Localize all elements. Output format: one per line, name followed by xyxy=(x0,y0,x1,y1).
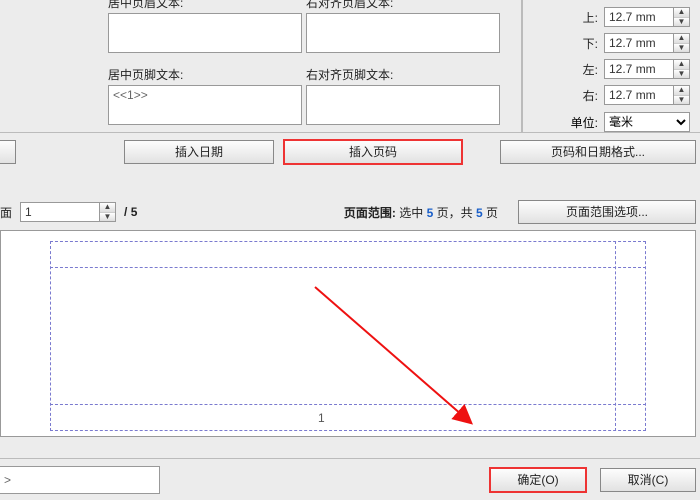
preview-page-number: 1 xyxy=(318,411,325,425)
center-footer-input[interactable]: <<1>> xyxy=(108,85,302,125)
cancel-button[interactable]: 取消(C) xyxy=(600,468,696,492)
margin-top-label: 上: xyxy=(583,9,598,26)
page-number-input[interactable]: 1 ▲▼ xyxy=(20,202,116,222)
right-footer-label: 右对齐页脚文本: xyxy=(306,66,500,83)
center-header-input[interactable] xyxy=(108,13,302,53)
margin-bottom-input[interactable]: 12.7 mm ▲▼ xyxy=(604,33,690,53)
spin-down-icon[interactable]: ▼ xyxy=(674,70,689,79)
insert-page-number-button[interactable]: 插入页码 xyxy=(284,140,462,164)
margin-top-input[interactable]: 12.7 mm ▲▼ xyxy=(604,7,690,27)
margin-right-label: 右: xyxy=(583,87,598,104)
margin-bottom-label: 下: xyxy=(583,35,598,52)
spin-down-icon[interactable]: ▼ xyxy=(674,44,689,53)
spin-down-icon[interactable]: ▼ xyxy=(674,96,689,105)
right-header-input[interactable] xyxy=(306,13,500,53)
spin-down-icon[interactable]: ▼ xyxy=(674,18,689,27)
preview-page: 1 xyxy=(50,241,646,431)
page-range-info: 页面范围: 选中 5 页，共 5 页 xyxy=(344,204,498,221)
margin-right-input[interactable]: 12.7 mm ▲▼ xyxy=(604,85,690,105)
footer-dropdown-fragment[interactable]: > xyxy=(0,466,160,494)
page-range-options-button[interactable]: 页面范围选项... xyxy=(518,200,696,224)
ok-button[interactable]: 确定(O) xyxy=(490,468,586,492)
blank-button-fragment[interactable] xyxy=(0,140,16,164)
insert-date-button[interactable]: 插入日期 xyxy=(124,140,274,164)
chevron-right-icon: > xyxy=(4,473,11,487)
unit-label: 单位: xyxy=(571,114,598,131)
page-label: 面 xyxy=(0,204,12,221)
center-header-label: 居中页眉文本: xyxy=(108,0,302,11)
center-footer-label: 居中页脚文本: xyxy=(108,66,302,83)
margin-left-input[interactable]: 12.7 mm ▲▼ xyxy=(604,59,690,79)
page-date-format-button[interactable]: 页码和日期格式... xyxy=(500,140,696,164)
right-footer-input[interactable] xyxy=(306,85,500,125)
preview-pane: 1 xyxy=(0,230,696,437)
page-total: / 5 xyxy=(124,205,137,219)
right-header-label: 右对齐页眉文本: xyxy=(306,0,500,11)
spin-down-icon[interactable]: ▼ xyxy=(100,213,115,222)
margin-left-label: 左: xyxy=(583,61,598,78)
unit-select[interactable]: 毫米 xyxy=(604,112,690,132)
